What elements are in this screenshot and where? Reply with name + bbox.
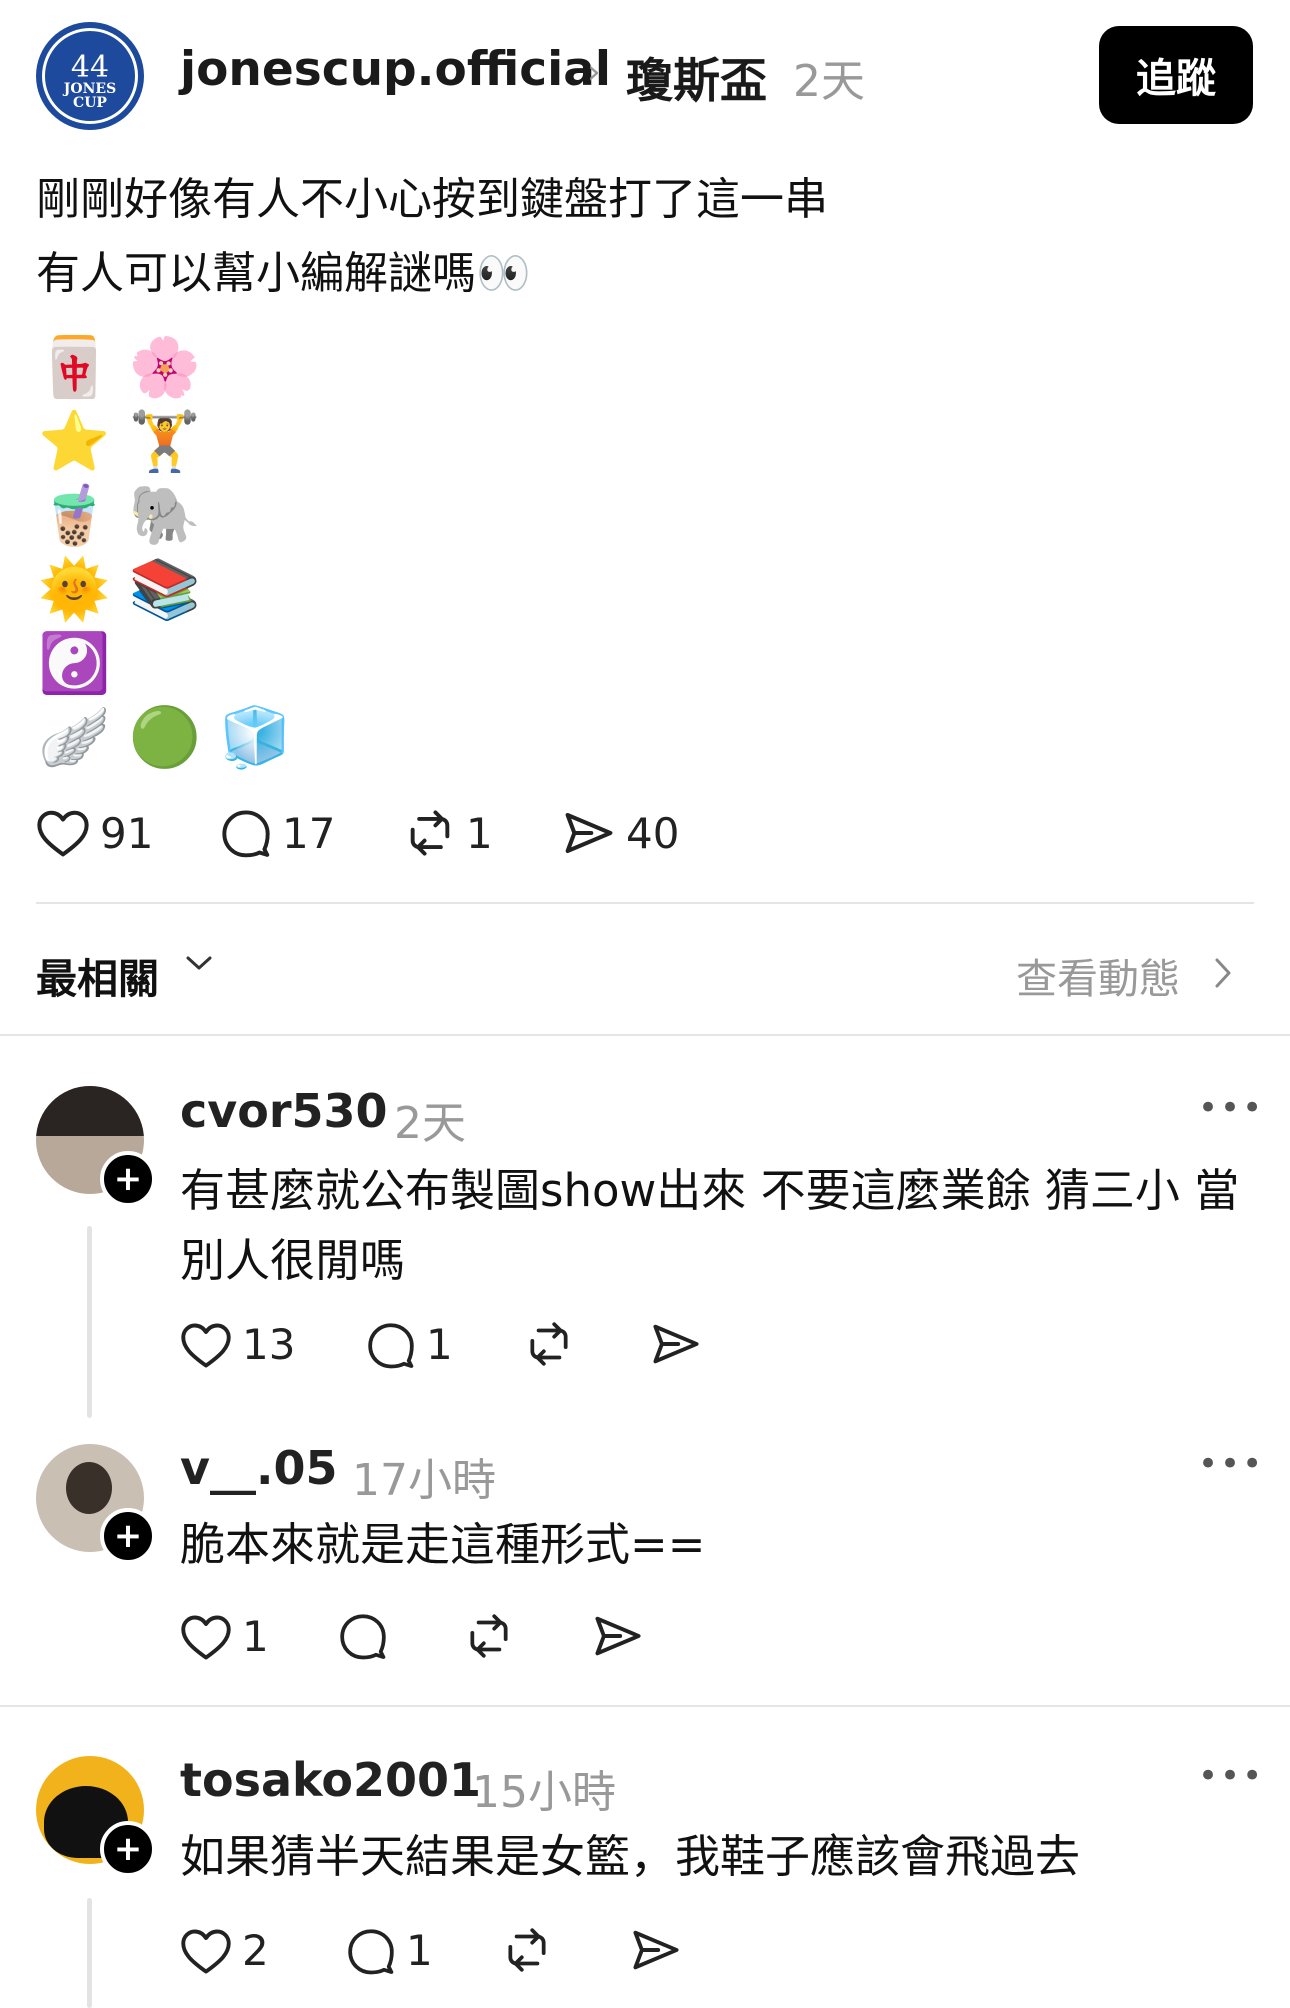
repost-icon xyxy=(508,1928,546,1972)
repost-button[interactable] xyxy=(464,1612,514,1660)
comment-timestamp: 17小時 xyxy=(352,1455,496,1506)
emoji-line: 🀄 🌸 xyxy=(38,333,201,401)
emoji-line: ⭐ 🏋️ xyxy=(38,407,201,475)
chevron-right-icon[interactable] xyxy=(1212,956,1234,990)
like-button[interactable]: 1 xyxy=(180,1612,269,1661)
thread-line xyxy=(87,1898,92,2008)
heart-icon xyxy=(181,1323,231,1368)
emoji-line: 🌞 📚 xyxy=(38,555,201,623)
section-divider xyxy=(0,1034,1290,1036)
share-icon xyxy=(653,1324,699,1364)
comment-timestamp: 15小時 xyxy=(472,1767,616,1818)
more-options-icon[interactable]: ••• xyxy=(1198,1088,1264,1128)
post-username[interactable]: jonescup.official xyxy=(180,42,611,97)
chevron-right-icon: › xyxy=(587,52,601,92)
repost-count: 1 xyxy=(466,808,493,858)
reply-count: 1 xyxy=(426,1320,453,1369)
follow-button[interactable]: 追蹤 xyxy=(1099,26,1253,124)
jonescup-avatar[interactable]: 44 JONES CUP xyxy=(36,22,144,130)
share-icon xyxy=(565,812,613,854)
share-count: 40 xyxy=(626,808,680,858)
logo-number-icon: 44 xyxy=(70,50,110,85)
like-count: 2 xyxy=(242,1926,269,1975)
share-icon xyxy=(595,1616,641,1656)
like-count: 1 xyxy=(242,1612,269,1661)
post-text-line: 剛剛好像有人不小心按到鍵盤打了這一串 xyxy=(36,174,828,225)
reply-button[interactable] xyxy=(338,1612,388,1660)
like-button[interactable]: 91 xyxy=(36,808,153,858)
like-count: 91 xyxy=(100,808,154,858)
jonescup-logo-icon: JONES CUP xyxy=(63,81,117,111)
follow-plus-icon[interactable]: + xyxy=(100,1508,156,1564)
more-options-icon[interactable]: ••• xyxy=(1198,1756,1264,1796)
avatar-hair xyxy=(36,1086,144,1136)
comment-icon xyxy=(340,1614,386,1660)
comment-button[interactable]: 17 xyxy=(220,808,335,858)
share-button[interactable] xyxy=(592,1612,644,1660)
reply-button[interactable]: 1 xyxy=(346,1926,433,1975)
heart-icon xyxy=(37,810,89,857)
reply-count: 1 xyxy=(406,1926,433,1975)
comment-count: 17 xyxy=(282,808,336,858)
emoji-line: 🪽 🟢 🧊 xyxy=(38,703,292,771)
post-header: 44 JONES CUP jonescup.official › 瓊斯盃 2天 追… xyxy=(0,0,1290,150)
comment-icon xyxy=(222,810,270,858)
comment-username[interactable]: cvor530 xyxy=(180,1084,388,1138)
share-button[interactable] xyxy=(650,1320,702,1368)
like-button[interactable]: 2 xyxy=(180,1926,269,1975)
heart-icon xyxy=(181,1929,231,1974)
share-button[interactable] xyxy=(630,1926,682,1974)
emoji-puzzle: 🀄 🌸 ⭐ 🏋️ 🧋 🐘 🌞 📚 ☯️ 🪽 🟢 🧊 xyxy=(38,330,292,774)
community-name[interactable]: 瓊斯盃 xyxy=(626,42,767,111)
reply-button[interactable]: 1 xyxy=(366,1320,453,1369)
more-options-icon[interactable]: ••• xyxy=(1198,1444,1264,1484)
follow-plus-icon[interactable]: + xyxy=(100,1821,156,1877)
repost-icon xyxy=(410,810,450,856)
repost-icon xyxy=(470,1614,508,1658)
share-icon xyxy=(633,1930,679,1970)
avatar-figure xyxy=(66,1462,112,1514)
comment-text: 脆本來就是走這種形式== xyxy=(180,1518,706,1571)
like-count: 13 xyxy=(242,1320,296,1369)
like-button[interactable]: 13 xyxy=(180,1320,295,1369)
thread-line xyxy=(87,1226,92,1418)
repost-icon xyxy=(530,1322,568,1366)
repost-button[interactable]: 1 xyxy=(404,808,493,858)
post-timestamp: 2天 xyxy=(793,56,865,107)
post-text-line: 有人可以幫小編解謎嗎👀 xyxy=(36,248,531,299)
sort-dropdown[interactable]: 最相關 xyxy=(36,945,159,1005)
comment-username[interactable]: tosako2001 xyxy=(180,1753,481,1807)
comment-icon xyxy=(348,1928,394,1974)
view-activity-link[interactable]: 查看動態 xyxy=(1016,945,1180,1005)
divider xyxy=(36,902,1254,904)
follow-plus-icon[interactable]: + xyxy=(100,1151,156,1207)
comment-text: 如果猜半天結果是女籃，我鞋子應該會飛過去 xyxy=(180,1830,1081,1883)
emoji-line: 🧋 🐘 xyxy=(38,481,201,549)
chevron-down-icon[interactable] xyxy=(184,950,214,976)
comment-timestamp: 2天 xyxy=(394,1098,466,1149)
repost-button[interactable] xyxy=(502,1926,552,1974)
emoji-line: ☯️ xyxy=(38,629,111,697)
share-button[interactable]: 40 xyxy=(562,808,679,858)
comment-text: 有甚麼就公布製圖show出來 不要這麼業餘 猜三小 當別人很閒嗎 xyxy=(180,1164,1240,1287)
heart-icon xyxy=(181,1615,231,1660)
repost-button[interactable] xyxy=(524,1320,574,1368)
comment-username[interactable]: v__.05 xyxy=(180,1441,337,1495)
section-divider xyxy=(0,1705,1290,1707)
comment-icon xyxy=(368,1322,414,1368)
post-text: 剛剛好像有人不小心按到鍵盤打了這一串 有人可以幫小編解謎嗎👀 xyxy=(36,163,828,311)
